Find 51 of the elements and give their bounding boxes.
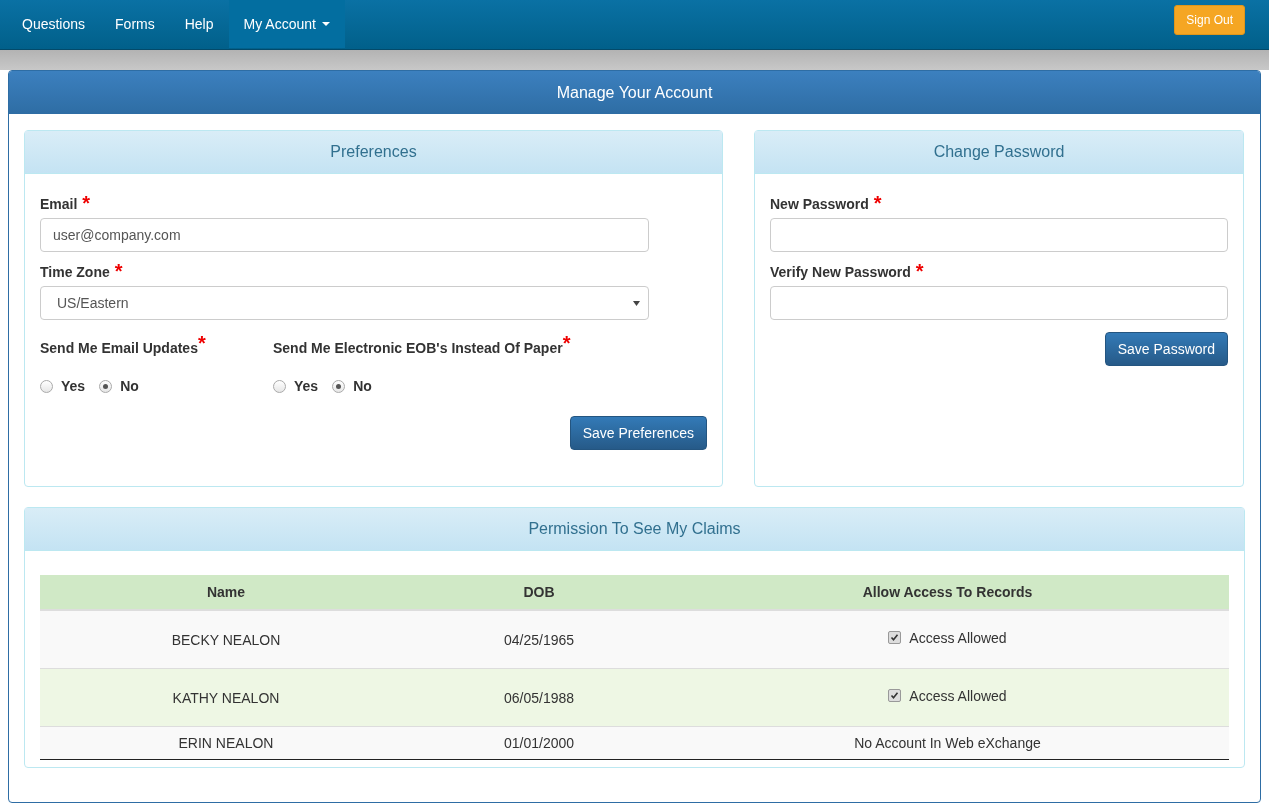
table-cell: 06/05/1988 — [412, 668, 666, 727]
required-mark: * — [915, 264, 924, 278]
required-mark: * — [562, 336, 571, 350]
field-label: Send Me Electronic EOB's Instead Of Paper — [273, 340, 563, 356]
required-mark: * — [114, 264, 123, 278]
field-label: Send Me Email Updates — [40, 340, 198, 356]
password-field[interactable] — [770, 286, 1228, 320]
dropdown-arrow-icon — [633, 300, 640, 306]
table-cell: BECKY NEALON — [40, 610, 412, 669]
panel-heading: Preferences — [25, 131, 722, 174]
nav-link[interactable]: Questions — [7, 0, 101, 48]
field-label: Email — [40, 196, 78, 212]
email-field[interactable]: user@company.com — [40, 218, 649, 252]
table-cell: 04/25/1965 — [412, 610, 666, 669]
table-cell: KATHY NEALON — [40, 668, 412, 727]
table-cell: ERIN NEALON — [40, 726, 412, 760]
radio-button[interactable] — [40, 379, 53, 393]
radio-button[interactable] — [332, 379, 346, 393]
radio-button[interactable] — [273, 379, 286, 393]
field-label: Verify New Password — [770, 264, 911, 280]
checkbox-label: Access Allowed — [909, 629, 1007, 646]
radio-label: Yes — [294, 378, 319, 394]
panel-heading: Permission To See My Claims — [25, 508, 1244, 551]
radio-label: No — [120, 378, 139, 394]
required-mark: * — [197, 336, 206, 350]
check-icon — [890, 633, 900, 643]
radio-button[interactable] — [99, 379, 113, 393]
checkbox[interactable] — [888, 631, 902, 645]
field-label: Time Zone — [40, 264, 110, 280]
required-mark: * — [82, 196, 91, 210]
radio-label: No — [353, 378, 372, 394]
column-header: Name — [40, 575, 412, 610]
column-header: Allow Access To Records — [666, 575, 1229, 610]
checkbox[interactable] — [888, 689, 902, 703]
time-zone-select[interactable]: US/Eastern — [40, 286, 649, 320]
nav-link[interactable]: Forms — [100, 0, 170, 48]
panel-title: Manage Your Account — [9, 71, 1260, 114]
check-icon — [890, 691, 900, 701]
save-preferences-button[interactable]: Save Preferences — [569, 416, 707, 450]
table-cell: 01/01/2000 — [412, 726, 666, 760]
nav-link[interactable]: Help — [169, 0, 229, 48]
required-mark: * — [873, 196, 882, 210]
password-field[interactable] — [770, 218, 1228, 252]
radio-label: Yes — [61, 378, 86, 394]
column-header: DOB — [412, 575, 666, 610]
nav-link[interactable]: My Account — [228, 0, 345, 48]
table-cell: No Account In Web eXchange — [854, 735, 1041, 751]
panel-heading: Change Password — [755, 131, 1243, 174]
save-password-button[interactable]: Save Password — [1104, 332, 1228, 366]
checkbox-label: Access Allowed — [909, 687, 1007, 704]
field-label: New Password — [770, 196, 869, 212]
